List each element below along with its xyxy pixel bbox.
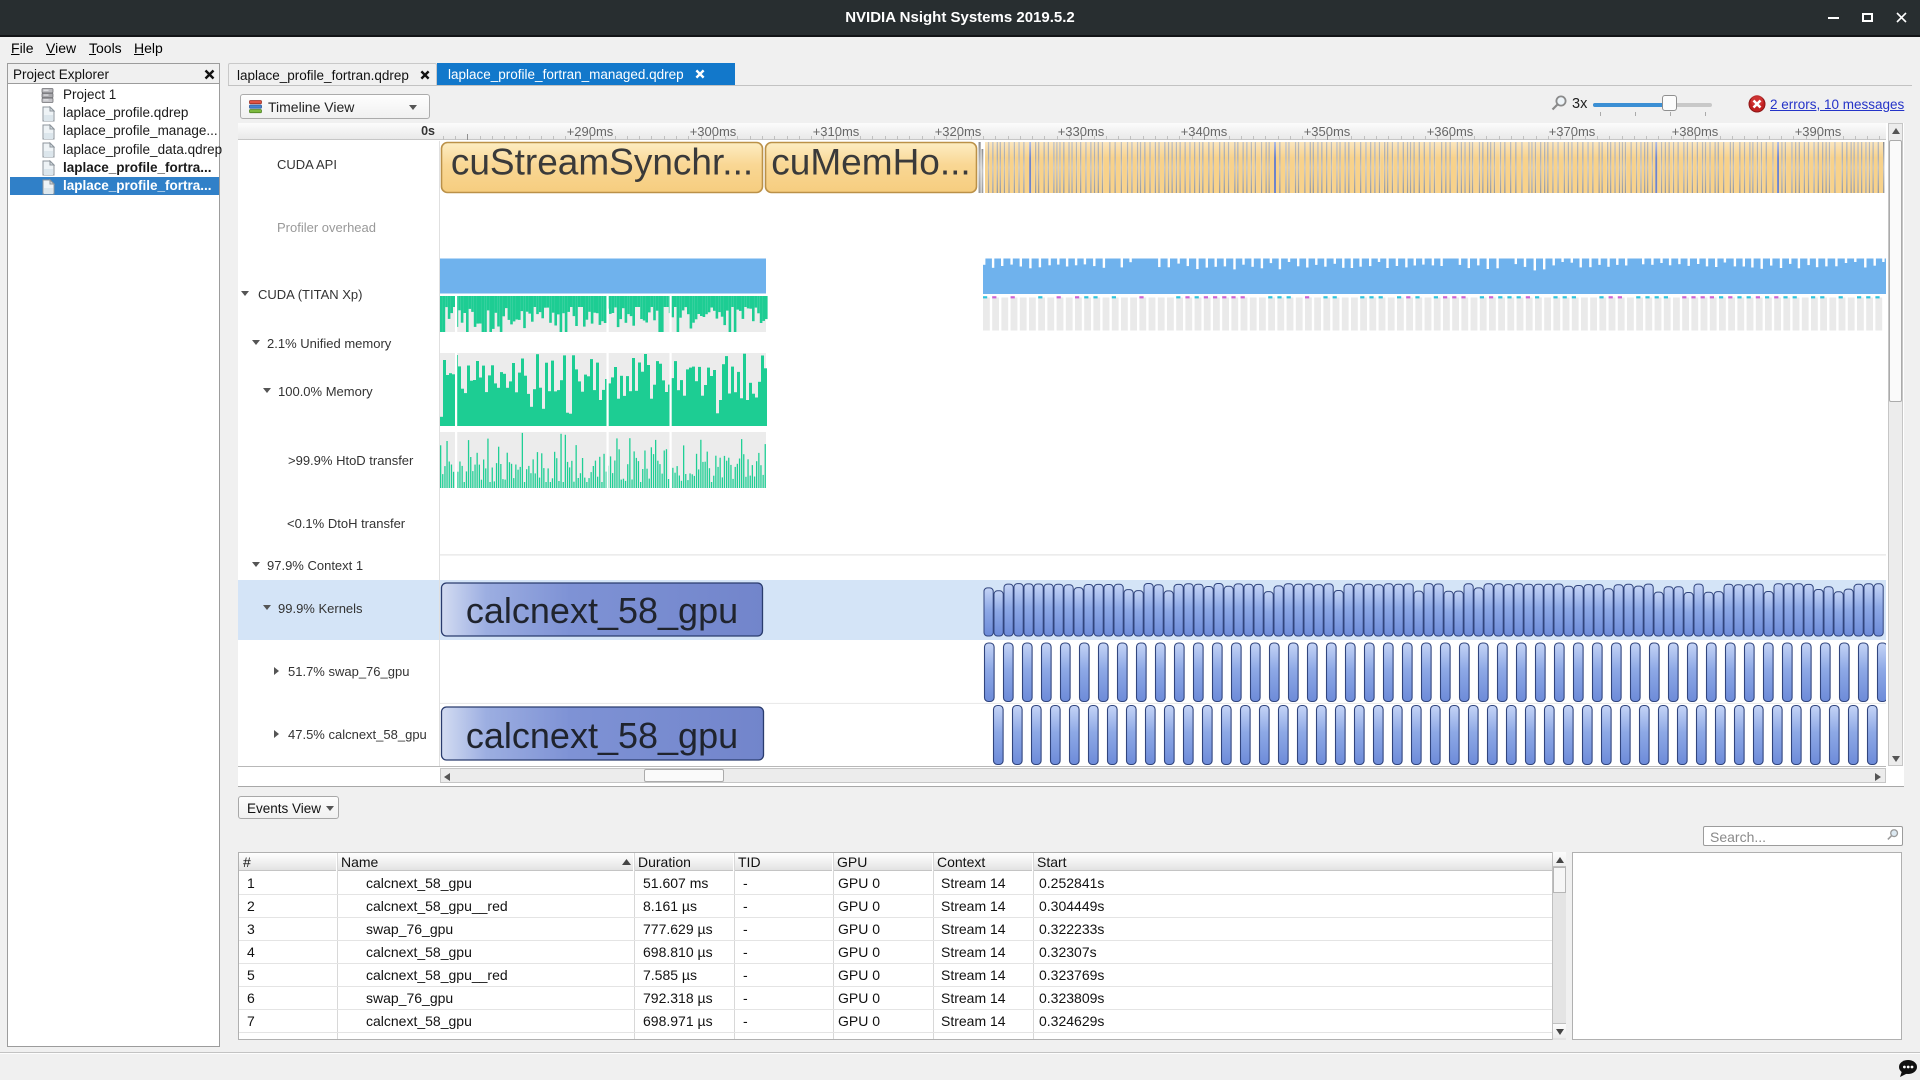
svg-text:cuMemHo...: cuMemHo... (771, 142, 970, 183)
svg-text:calcnext_58_gpu: calcnext_58_gpu (466, 715, 738, 756)
svg-text:calcnext_58_gpu: calcnext_58_gpu (466, 590, 738, 631)
svg-text:cuStreamSynchr...: cuStreamSynchr... (451, 142, 753, 183)
